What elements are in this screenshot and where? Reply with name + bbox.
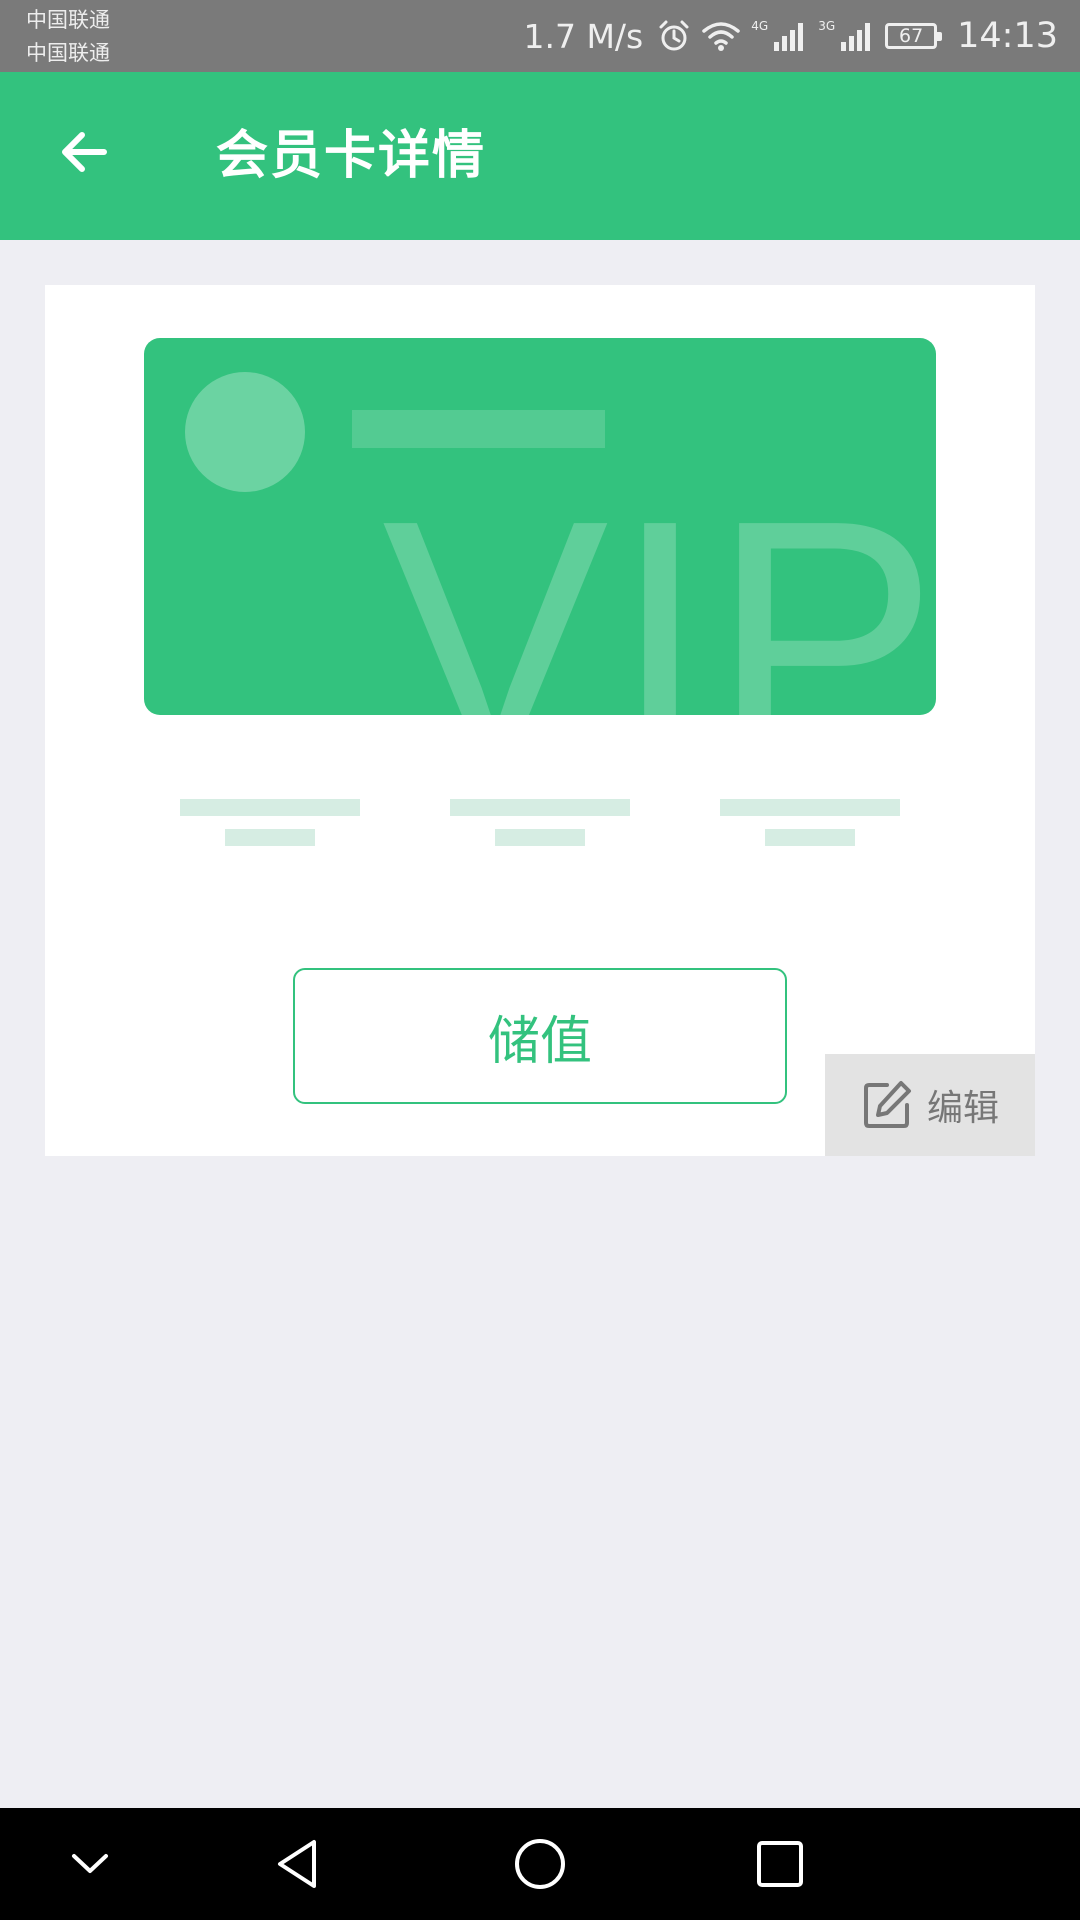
vip-card-image: VIP [144,338,936,715]
card-avatar-placeholder [185,372,305,492]
status-indicators: 1.7 M/s 4G 3G 67 14:13 [523,0,1058,72]
card-name-placeholder [352,410,605,448]
nav-recents-button[interactable] [740,1824,820,1904]
status-bar: 中国联通 中国联通 1.7 M/s 4G 3G 67 14:13 [0,0,1080,72]
nav-home-button[interactable] [500,1824,580,1904]
stat-placeholder [450,799,630,849]
wifi-icon [701,20,741,52]
recharge-label: 储值 [487,1011,592,1072]
alarm-icon [657,19,691,53]
edit-icon [863,1081,911,1128]
recents-square-icon [757,1841,803,1887]
arrow-left-icon [62,132,107,172]
stat-placeholder [720,799,900,849]
sim2-network-type: 3G [818,19,836,33]
system-nav-bar [0,1808,1080,1920]
page-title: 会员卡详情 [216,126,487,186]
back-button[interactable] [44,112,124,192]
app-bar: 会员卡详情 [0,72,1080,240]
battery-icon: 67 [885,23,943,49]
chevron-down-icon [72,1854,108,1873]
signal-icon [772,20,808,52]
member-card-panel: VIP 储值 编辑 [45,285,1035,1156]
battery-level: 67 [899,25,924,47]
edit-button[interactable]: 编辑 [825,1054,1035,1156]
nav-back-button[interactable] [260,1824,340,1904]
stat-placeholder [180,799,360,849]
sim1-network-type: 4G [751,19,769,33]
card-stats-placeholder [45,799,1035,849]
clock: 14:13 [957,16,1058,56]
recharge-button[interactable]: 储值 [293,968,787,1104]
hide-nav-button[interactable] [50,1824,130,1904]
edit-label: 编辑 [926,1088,999,1129]
vip-watermark: VIP [382,450,936,715]
home-circle-icon [515,1839,565,1889]
network-speed: 1.7 M/s [523,16,644,56]
signal-icon [839,20,875,52]
carrier-label-1: 中国联通 [26,8,110,32]
back-triangle-icon [278,1840,316,1888]
carrier-label-2: 中国联通 [26,41,110,65]
